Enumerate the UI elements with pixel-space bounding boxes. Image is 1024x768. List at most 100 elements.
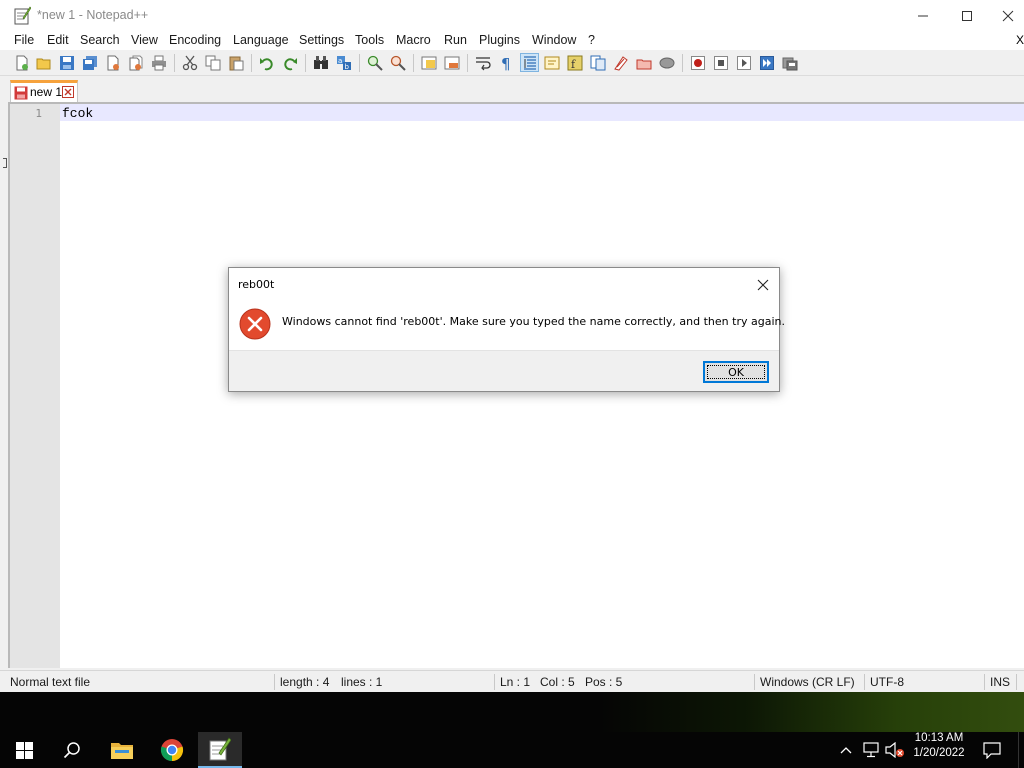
menu-language[interactable]: Language xyxy=(233,33,289,47)
word-wrap-icon[interactable] xyxy=(474,54,491,71)
close-icon xyxy=(1002,10,1014,21)
windows-start-icon xyxy=(15,741,33,759)
redo-icon[interactable] xyxy=(281,54,298,71)
minimize-icon xyxy=(918,15,928,16)
action-center-button[interactable] xyxy=(976,732,1008,768)
toolbar: ab ¶ f xyxy=(0,50,1024,76)
toolbar-separator xyxy=(305,54,306,72)
zoom-out-icon[interactable] xyxy=(389,54,406,71)
tab-new-1[interactable]: new 1 xyxy=(10,80,78,102)
svg-text:¶: ¶ xyxy=(501,55,511,71)
undo-icon[interactable] xyxy=(258,54,275,71)
play-macro-icon[interactable] xyxy=(735,54,752,71)
start-button[interactable] xyxy=(0,732,48,768)
file-explorer-icon xyxy=(111,743,133,759)
copy-icon[interactable] xyxy=(204,54,221,71)
maximize-button[interactable] xyxy=(944,0,990,31)
menu-encoding[interactable]: Encoding xyxy=(169,33,221,47)
language-icon[interactable] xyxy=(543,54,560,71)
show-all-characters-icon[interactable]: ¶ xyxy=(497,54,514,71)
current-line-highlight xyxy=(60,104,1024,121)
menu-window[interactable]: Window xyxy=(532,33,576,47)
desktop-wallpaper-strip xyxy=(600,692,1024,732)
status-eol[interactable]: Windows (CR LF) xyxy=(760,675,855,689)
speech-icon[interactable] xyxy=(658,54,675,71)
save-all-icon[interactable] xyxy=(81,54,98,71)
error-dialog: reb00t Windows cannot find 'reb00t'. Mak… xyxy=(228,267,785,392)
folder-workspace-icon[interactable] xyxy=(612,54,629,71)
title-bar: *new 1 - Notepad++ xyxy=(0,0,1024,31)
network-tray-button[interactable] xyxy=(860,732,882,768)
menu-tools[interactable]: Tools xyxy=(355,33,384,47)
open-file-icon[interactable] xyxy=(35,54,52,71)
status-encoding[interactable]: UTF-8 xyxy=(870,675,904,689)
panel-edge-marker xyxy=(3,158,7,168)
menu-view[interactable]: View xyxy=(131,33,158,47)
sync-horizontal-icon[interactable] xyxy=(443,54,460,71)
function-list-icon[interactable]: f xyxy=(566,54,583,71)
close-all-icon[interactable] xyxy=(127,54,144,71)
stop-macro-icon[interactable] xyxy=(712,54,729,71)
notepad-plus-plus-app-icon xyxy=(14,6,31,25)
tab-bar: new 1 xyxy=(0,76,1024,102)
svg-text:b: b xyxy=(344,63,349,71)
paste-icon[interactable] xyxy=(227,54,244,71)
dialog-button-area: OK xyxy=(229,350,779,391)
status-separator xyxy=(984,674,985,690)
status-separator xyxy=(864,674,865,690)
zoom-in-icon[interactable] xyxy=(366,54,383,71)
replace-icon[interactable]: ab xyxy=(335,54,352,71)
tab-label: new 1 xyxy=(30,85,63,99)
taskbar-notepad-plus-plus[interactable] xyxy=(198,732,242,768)
status-lines: lines : 1 xyxy=(341,675,383,689)
menu-edit[interactable]: Edit xyxy=(47,33,69,47)
menu-run[interactable]: Run xyxy=(444,33,467,47)
show-hidden-icons-button[interactable] xyxy=(836,732,856,768)
save-icon[interactable] xyxy=(58,54,75,71)
save-macro-icon[interactable] xyxy=(781,54,798,71)
cut-icon[interactable] xyxy=(181,54,198,71)
taskbar-file-explorer[interactable] xyxy=(98,732,146,768)
maximize-icon xyxy=(962,10,972,21)
dialog-close-button[interactable] xyxy=(752,274,774,296)
menu-file[interactable]: File xyxy=(14,33,34,47)
editor-text[interactable]: fcok xyxy=(62,106,93,121)
toolbar-separator xyxy=(359,54,360,72)
notepad-plus-plus-icon xyxy=(209,737,231,761)
find-icon[interactable] xyxy=(312,54,329,71)
menu-overflow-close[interactable]: X xyxy=(1016,33,1024,47)
sync-vertical-icon[interactable] xyxy=(420,54,437,71)
error-icon xyxy=(239,308,271,340)
search-icon xyxy=(63,742,80,759)
unsaved-file-icon xyxy=(14,86,28,100)
tab-close-icon[interactable] xyxy=(62,86,74,98)
record-macro-icon[interactable] xyxy=(689,54,706,71)
show-desktop-button[interactable] xyxy=(1018,732,1024,768)
print-icon[interactable] xyxy=(150,54,167,71)
notification-icon xyxy=(983,741,1001,759)
toolbar-separator xyxy=(467,54,468,72)
close-file-icon[interactable] xyxy=(104,54,121,71)
monitoring-icon[interactable] xyxy=(635,54,652,71)
volume-tray-button[interactable] xyxy=(884,732,906,768)
run-macro-multiple-icon[interactable] xyxy=(758,54,775,71)
toolbar-separator xyxy=(413,54,414,72)
menu-plugins[interactable]: Plugins xyxy=(479,33,520,47)
ok-button[interactable]: OK xyxy=(703,361,769,383)
close-window-button[interactable] xyxy=(985,0,1024,31)
indent-guide-icon[interactable] xyxy=(520,53,539,72)
taskbar-search-button[interactable] xyxy=(48,732,96,768)
menu-search[interactable]: Search xyxy=(80,33,120,47)
document-map-icon[interactable] xyxy=(589,54,606,71)
minimize-button[interactable] xyxy=(900,0,946,31)
network-icon xyxy=(863,742,879,758)
taskbar-clock[interactable]: 10:13 AM 1/20/2022 xyxy=(906,731,972,768)
menu-macro[interactable]: Macro xyxy=(396,33,431,47)
new-file-icon[interactable] xyxy=(13,54,30,71)
line-number: 1 xyxy=(35,107,42,120)
line-number-gutter: 1 xyxy=(10,104,60,668)
menu-settings[interactable]: Settings xyxy=(299,33,344,47)
status-insert-mode[interactable]: INS xyxy=(990,675,1010,689)
menu-help[interactable]: ? xyxy=(588,33,595,47)
taskbar-chrome[interactable] xyxy=(148,732,196,768)
